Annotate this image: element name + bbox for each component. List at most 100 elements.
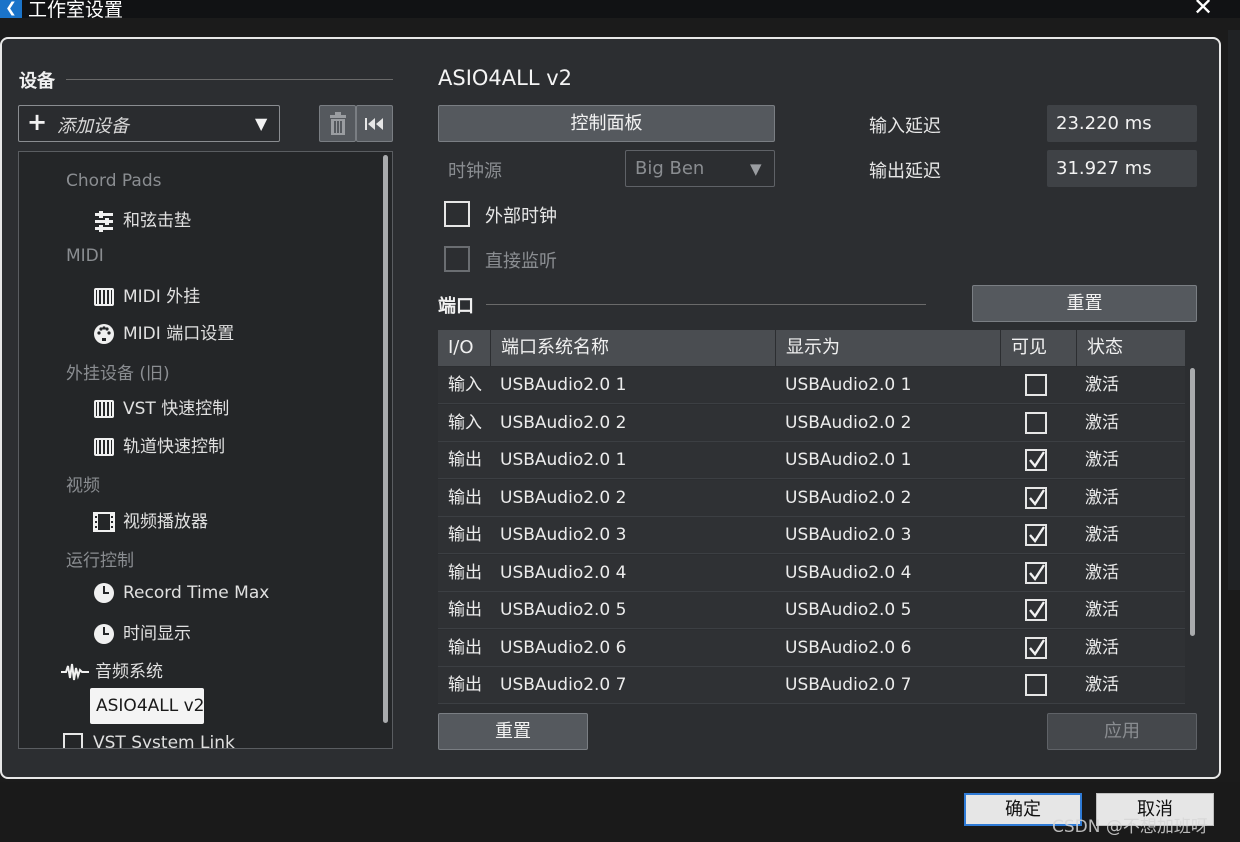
column-header-visible[interactable]: 可见 — [1001, 330, 1077, 366]
tree-item-label: 时间显示 — [123, 624, 191, 644]
device-tree: Chord Pads 和弦击垫 MIDI MIDI 外挂 MIDI 端口设置 外… — [18, 151, 393, 749]
io-cell: 输入 — [448, 412, 482, 433]
control-panel-button[interactable]: 控制面板 — [438, 105, 775, 142]
tree-item-label: 和弦击垫 — [123, 211, 191, 231]
film-icon — [93, 512, 115, 532]
piano-icon — [94, 438, 114, 456]
display-as-cell: USBAudio2.0 2 — [785, 487, 912, 508]
tree-item-label: MIDI 外挂 — [123, 287, 201, 307]
column-header-state[interactable]: 状态 — [1077, 330, 1185, 366]
input-latency-label: 输入延迟 — [869, 116, 941, 137]
display-as-cell: USBAudio2.0 4 — [785, 562, 912, 583]
tree-item-time-display[interactable]: 时间显示 — [93, 619, 191, 645]
close-icon[interactable]: ✕ — [1190, 0, 1216, 20]
tree-item-asio4all[interactable]: ASIO4ALL v2 — [90, 688, 204, 724]
system-name-cell: USBAudio2.0 1 — [500, 450, 627, 470]
table-row[interactable]: 输出 USBAudio2.0 7 USBAudio2.0 7 激活 — [438, 667, 1185, 704]
visible-checkbox[interactable] — [1025, 411, 1047, 434]
add-device-dropdown[interactable]: + 添加设备 ▼ — [18, 105, 280, 142]
state-cell: 激活 — [1085, 487, 1119, 508]
system-name-cell: USBAudio2.0 7 — [500, 675, 627, 695]
system-name-cell: USBAudio2.0 5 — [500, 600, 627, 620]
tree-item-label: 视频播放器 — [123, 512, 208, 532]
table-row[interactable]: 输出 USBAudio2.0 2 USBAudio2.0 2 激活 — [438, 479, 1185, 517]
reset-device-button[interactable] — [356, 105, 393, 142]
tree-item-vst-system-link[interactable]: VST System Link — [63, 733, 235, 748]
tree-item-midi-port-setup[interactable]: MIDI 端口设置 — [93, 319, 234, 345]
tree-category-audio-system[interactable]: 音频系统 — [61, 657, 163, 683]
display-as-cell: USBAudio2.0 2 — [785, 412, 912, 433]
system-name-cell: USBAudio2.0 2 — [500, 412, 627, 433]
tree-category-transport: 运行控制 — [66, 551, 134, 571]
table-scrollbar[interactable] — [1190, 368, 1195, 636]
midi-port-icon — [94, 324, 114, 344]
table-row[interactable]: 输出 USBAudio2.0 5 USBAudio2.0 5 激活 — [438, 592, 1185, 629]
visible-checkbox[interactable] — [1025, 674, 1047, 696]
visible-checkbox[interactable] — [1025, 636, 1047, 659]
tree-item-record-time-max[interactable]: Record Time Max — [93, 582, 269, 604]
external-clock-label: 外部时钟 — [485, 206, 557, 227]
window-title: 工作室设置 — [28, 0, 124, 21]
plus-icon: + — [27, 108, 48, 136]
system-name-cell: USBAudio2.0 4 — [500, 562, 627, 583]
add-device-label: 添加设备 — [57, 116, 129, 137]
column-header-display-as[interactable]: 显示为 — [776, 330, 1001, 366]
driver-title: ASIO4ALL v2 — [438, 66, 573, 90]
visible-checkbox[interactable] — [1025, 374, 1047, 396]
output-latency-value: 31.927 ms — [1047, 150, 1197, 187]
table-row[interactable]: 输出 USBAudio2.0 1 USBAudio2.0 1 激活 — [438, 442, 1185, 479]
table-header: I/O 端口系统名称 显示为 可见 状态 — [438, 330, 1185, 366]
state-cell: 激活 — [1085, 412, 1119, 433]
display-as-cell: USBAudio2.0 1 — [785, 375, 912, 395]
delete-device-button[interactable] — [319, 105, 356, 142]
apply-button[interactable]: 应用 — [1047, 713, 1197, 750]
tree-item-midi-plugin[interactable]: MIDI 外挂 — [93, 282, 200, 308]
column-header-io[interactable]: I/O — [438, 330, 491, 366]
table-row[interactable]: 输入 USBAudio2.0 1 USBAudio2.0 1 激活 — [438, 367, 1185, 404]
state-cell: 激活 — [1085, 637, 1119, 658]
io-cell: 输出 — [448, 450, 482, 470]
table-row[interactable]: 输出 USBAudio2.0 3 USBAudio2.0 3 激活 — [438, 517, 1185, 554]
table-row[interactable]: 输入 USBAudio2.0 2 USBAudio2.0 2 激活 — [438, 404, 1185, 442]
input-latency-value: 23.220 ms — [1047, 105, 1197, 142]
check-icon — [1029, 638, 1046, 656]
tree-scrollbar[interactable] — [383, 155, 388, 723]
tree-item-chord-pads[interactable]: 和弦击垫 — [93, 206, 191, 232]
tree-item-vst-quick-control[interactable]: VST 快速控制 — [93, 394, 229, 420]
direct-monitoring-label: 直接监听 — [485, 251, 557, 272]
sliders-icon — [95, 211, 113, 232]
tree-item-video-player[interactable]: 视频播放器 — [93, 507, 208, 533]
visible-checkbox[interactable] — [1025, 486, 1047, 509]
ports-table: I/O 端口系统名称 显示为 可见 状态 输入 USBAudio2.0 1 USBA… — [438, 330, 1185, 704]
display-as-cell: USBAudio2.0 3 — [785, 525, 912, 545]
waveform-icon — [61, 663, 89, 681]
piano-icon — [94, 400, 114, 418]
state-cell: 激活 — [1085, 375, 1119, 395]
display-as-cell: USBAudio2.0 5 — [785, 600, 912, 620]
clock-icon — [94, 624, 114, 644]
visible-checkbox[interactable] — [1025, 599, 1047, 621]
output-latency-label: 输出延迟 — [869, 161, 941, 182]
visible-checkbox[interactable] — [1025, 561, 1047, 584]
system-name-cell: USBAudio2.0 6 — [500, 637, 627, 658]
direct-monitoring-checkbox[interactable] — [444, 246, 470, 272]
ports-reset-button[interactable]: 重置 — [972, 285, 1197, 322]
column-header-system-name[interactable]: 端口系统名称 — [491, 330, 776, 366]
clock-source-dropdown[interactable]: Big Ben ▼ — [625, 150, 775, 187]
visible-checkbox[interactable] — [1025, 449, 1047, 471]
caret-down-icon: ▼ — [750, 160, 762, 178]
table-row[interactable]: 输出 USBAudio2.0 6 USBAudio2.0 6 激活 — [438, 629, 1185, 667]
check-icon — [1029, 488, 1046, 506]
tree-item-track-quick-control[interactable]: 轨道快速控制 — [93, 432, 225, 458]
check-icon — [1029, 451, 1046, 469]
state-cell: 激活 — [1085, 600, 1119, 620]
table-row[interactable]: 输出 USBAudio2.0 4 USBAudio2.0 4 激活 — [438, 554, 1185, 592]
rewind-icon — [364, 118, 383, 130]
bottom-reset-button[interactable]: 重置 — [438, 713, 588, 750]
display-as-cell: USBAudio2.0 1 — [785, 450, 912, 470]
title-bar — [0, 0, 1240, 18]
external-clock-checkbox[interactable] — [444, 201, 470, 227]
visible-checkbox[interactable] — [1025, 524, 1047, 546]
tree-item-label: 轨道快速控制 — [123, 437, 225, 457]
io-cell: 输出 — [448, 562, 482, 583]
